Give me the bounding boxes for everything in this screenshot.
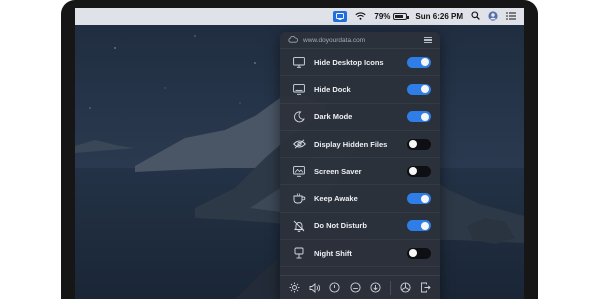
toggle-row-hide-desktop-icons[interactable]: Hide Desktop Icons	[280, 49, 440, 77]
toggle-knob	[409, 167, 417, 176]
toggle-label: Keep Awake	[314, 194, 358, 204]
brightness-icon[interactable]	[288, 282, 300, 294]
search-icon[interactable]	[471, 11, 480, 22]
popover-header: www.doyourdata.com	[280, 32, 440, 49]
clock[interactable]: Sun 6:26 PM	[415, 12, 463, 21]
toggle-knob	[409, 140, 417, 149]
hamburger-menu-icon[interactable]	[424, 36, 432, 44]
coffee-cup-icon	[292, 192, 306, 206]
toggle-row-keep-awake[interactable]: Keep Awake	[280, 185, 440, 213]
bell-slash-icon	[292, 219, 306, 233]
quit-icon[interactable]	[420, 282, 432, 294]
toggle-label: Night Shift	[314, 248, 352, 258]
toggle-label: Hide Dock	[314, 84, 351, 94]
moon-icon	[292, 110, 306, 124]
settings-icon[interactable]	[399, 282, 411, 294]
toggle-row-do-not-disturb[interactable]: Do Not Disturb	[280, 213, 440, 241]
toggle-knob	[421, 112, 429, 121]
monitor-icon	[292, 55, 306, 69]
toggle-switch[interactable]	[407, 83, 431, 95]
lamp-icon	[292, 246, 306, 260]
download-icon[interactable]	[370, 282, 382, 294]
battery-icon	[393, 13, 410, 20]
toggle-knob	[421, 194, 429, 203]
battery-percent: 79%	[374, 12, 391, 21]
toggle-row-hide-dock[interactable]: Hide Dock	[280, 76, 440, 104]
toggle-row-dark-mode[interactable]: Dark Mode	[280, 104, 440, 131]
menu-bar: 79% Sun 6:26 PM	[75, 8, 524, 25]
power-icon[interactable]	[329, 282, 341, 294]
app-status-icon[interactable]	[333, 11, 348, 22]
notification-list-icon[interactable]	[506, 11, 516, 22]
utility-popover: www.doyourdata.com Hide Desktop Icons Hid…	[280, 32, 440, 299]
toggle-row-display-hidden-files[interactable]: Display Hidden Files	[280, 131, 440, 159]
toggle-label: Do Not Disturb	[314, 221, 367, 231]
toggle-label: Dark Mode	[314, 112, 353, 122]
battery-level-fill	[395, 15, 404, 18]
toggle-row-night-shift[interactable]: Night Shift	[280, 240, 440, 268]
toggle-knob	[409, 249, 417, 258]
toggle-knob	[421, 58, 429, 67]
cloud-icon	[288, 35, 298, 45]
screen-saver-icon	[292, 164, 306, 178]
toggle-switch[interactable]	[407, 138, 431, 150]
toggle-knob	[421, 221, 429, 230]
website-link[interactable]: www.doyourdata.com	[303, 37, 424, 44]
toggle-label: Hide Desktop Icons	[314, 57, 384, 67]
toggle-knob	[421, 85, 429, 94]
toggle-switch[interactable]	[407, 247, 431, 259]
toggle-switch[interactable]	[407, 165, 431, 177]
toolbar-divider	[390, 280, 392, 295]
toggle-label: Display Hidden Files	[314, 139, 388, 149]
eye-slash-icon	[292, 137, 306, 151]
wifi-icon[interactable]	[355, 12, 366, 22]
toggle-list: Hide Desktop Icons Hide Dock Dark Mode Disp…	[280, 49, 440, 268]
dock-monitor-icon	[292, 82, 306, 96]
toggle-switch[interactable]	[407, 56, 431, 68]
eject-disc-icon[interactable]	[349, 282, 361, 294]
toggle-switch[interactable]	[407, 193, 431, 205]
battery-status[interactable]: 79%	[374, 12, 410, 21]
toggle-switch[interactable]	[407, 111, 431, 123]
toggle-switch[interactable]	[407, 220, 431, 232]
user-avatar-icon[interactable]	[488, 10, 498, 23]
volume-icon[interactable]	[309, 282, 321, 294]
toggle-label: Screen Saver	[314, 166, 362, 176]
toggle-row-screen-saver[interactable]: Screen Saver	[280, 158, 440, 186]
bottom-toolbar	[280, 275, 440, 299]
